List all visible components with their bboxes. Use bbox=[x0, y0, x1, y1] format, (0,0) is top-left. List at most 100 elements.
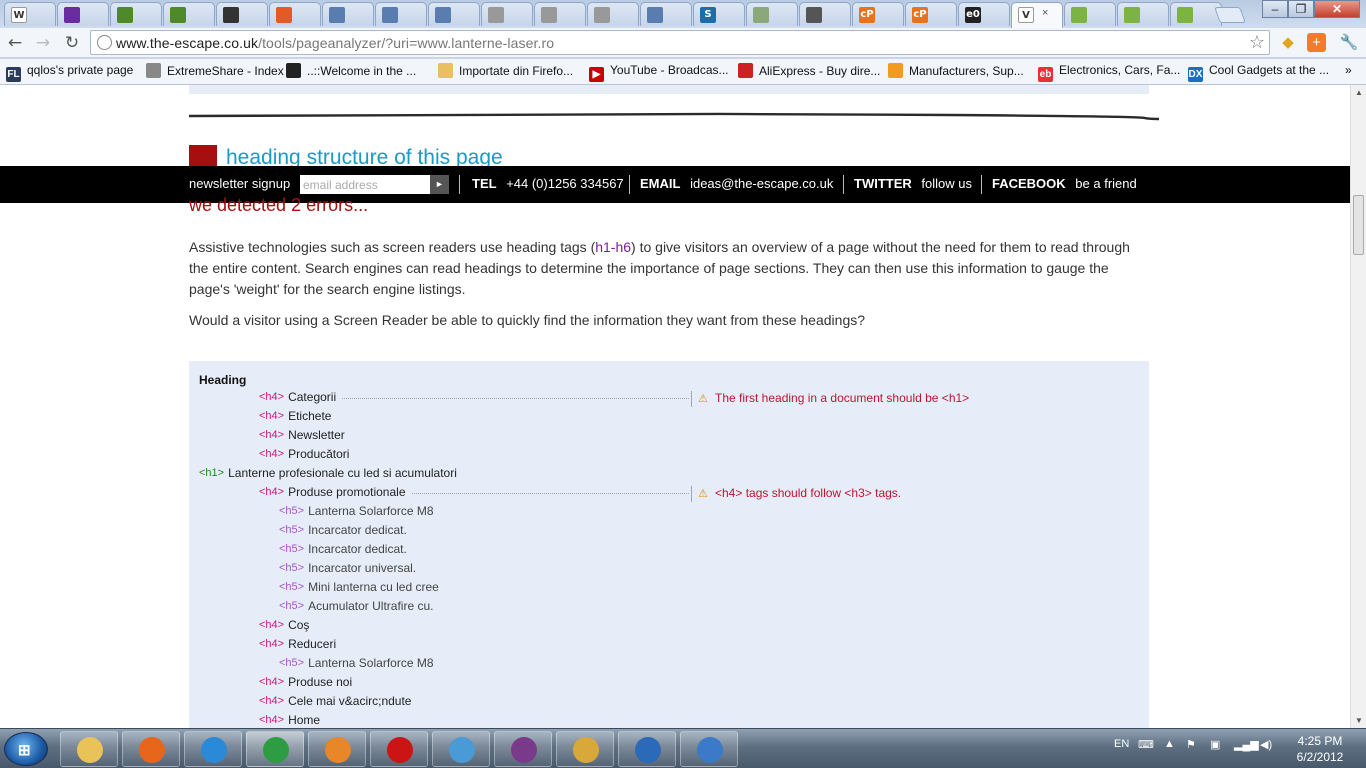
bookmark-item[interactable]: eb Electronics, Cars, Fa... bbox=[1038, 63, 1181, 82]
fl-icon: FL bbox=[6, 67, 21, 82]
browser-tab[interactable] bbox=[534, 2, 586, 26]
browser-tab[interactable] bbox=[1117, 2, 1169, 26]
star-icon bbox=[806, 7, 822, 23]
globe-icon bbox=[97, 35, 112, 50]
contact-tel: TEL +44 (0)1256 334567 bbox=[472, 176, 624, 191]
reload-button[interactable]: ↻ bbox=[61, 32, 83, 54]
bookmark-item[interactable]: Importate din Firefo... bbox=[438, 63, 573, 81]
keyboard-icon[interactable]: ⌨ bbox=[1138, 738, 1154, 751]
contact-facebook[interactable]: FACEBOOK be a friend bbox=[992, 176, 1137, 191]
back-button[interactable]: ← bbox=[4, 32, 26, 54]
new-tab-button[interactable] bbox=[1214, 7, 1246, 23]
volume-icon[interactable]: ◀) bbox=[1260, 738, 1272, 751]
browser-tab[interactable] bbox=[1064, 2, 1116, 26]
outline-row: <h4> Cele mai v&acirc;ndute bbox=[259, 694, 411, 712]
browser-tab[interactable]: e0 bbox=[958, 2, 1010, 26]
heading-text: Lanterna Solarforce M8 bbox=[308, 656, 434, 670]
maximize-button[interactable]: ❐ bbox=[1288, 0, 1314, 18]
browser-tab[interactable]: S bbox=[693, 2, 745, 26]
error-message: ⚠ The first heading in a document should … bbox=[698, 391, 969, 405]
newsletter-email-input[interactable] bbox=[300, 175, 430, 194]
heading-text: Newsletter bbox=[288, 428, 345, 442]
taskbar-app-button[interactable] bbox=[556, 731, 614, 767]
taskbar-app-button[interactable] bbox=[246, 731, 304, 767]
outline-row: <h5> Incarcator universal. bbox=[279, 561, 416, 579]
bookmark-label: Manufacturers, Sup... bbox=[909, 64, 1024, 78]
outline-row: <h5> Incarcator dedicat. bbox=[279, 523, 407, 541]
section-divider bbox=[189, 112, 1159, 121]
close-window-button[interactable]: ✕ bbox=[1314, 0, 1360, 18]
scroll-down-icon[interactable]: ▼ bbox=[1354, 716, 1364, 725]
wrench-tool-icon bbox=[117, 7, 133, 23]
browser-tab[interactable] bbox=[428, 2, 480, 26]
browser-tab[interactable] bbox=[269, 2, 321, 26]
forward-button[interactable]: → bbox=[32, 32, 54, 54]
scroll-up-icon[interactable]: ▲ bbox=[1354, 88, 1364, 97]
bookmark-item[interactable]: AliExpress - Buy dire... bbox=[738, 63, 880, 81]
vertical-scrollbar[interactable]: ▲ ▼ bbox=[1350, 85, 1366, 728]
heading-text: Categorii bbox=[288, 390, 337, 404]
browser-tab[interactable] bbox=[163, 2, 215, 26]
network-signal-icon[interactable]: ▂▄▆ bbox=[1234, 738, 1259, 751]
taskbar-app-button[interactable] bbox=[494, 731, 552, 767]
heading-outline: Heading <h4> Categorii ⚠ The first heading … bbox=[189, 361, 1149, 728]
browser-tab[interactable] bbox=[57, 2, 109, 26]
browser-tab[interactable] bbox=[1170, 2, 1222, 26]
browser-tab[interactable] bbox=[587, 2, 639, 26]
bookmarks-overflow-icon[interactable]: » bbox=[1345, 63, 1352, 81]
bookmark-item[interactable]: Manufacturers, Sup... bbox=[888, 63, 1024, 81]
bookmark-star-icon[interactable]: ☆ bbox=[1249, 32, 1265, 53]
taskbar-app-button[interactable] bbox=[184, 731, 242, 767]
contact-email[interactable]: EMAIL ideas@the-escape.co.uk bbox=[640, 176, 833, 191]
taskbar-app-button[interactable] bbox=[122, 731, 180, 767]
add-extension-icon[interactable]: + bbox=[1307, 33, 1326, 52]
bookmark-label: Electronics, Cars, Fa... bbox=[1059, 63, 1181, 77]
browser-tab[interactable]: V × bbox=[1011, 2, 1063, 28]
taskbar-app-button[interactable] bbox=[370, 731, 428, 767]
language-indicator[interactable]: EN bbox=[1114, 738, 1129, 750]
browser-tab[interactable] bbox=[746, 2, 798, 26]
outline-row: <h4> Producători bbox=[259, 447, 349, 465]
browser-tab[interactable] bbox=[640, 2, 692, 26]
taskbar-app-button[interactable] bbox=[60, 731, 118, 767]
close-tab-icon[interactable]: × bbox=[1042, 7, 1048, 19]
taskbar-app-button[interactable] bbox=[618, 731, 676, 767]
heading-tag: <h4> bbox=[259, 676, 285, 688]
taskbar-app-button[interactable] bbox=[308, 731, 366, 767]
browser-tab[interactable] bbox=[375, 2, 427, 26]
outline-row: <h4> Reduceri bbox=[259, 637, 336, 655]
bookmark-item[interactable]: FL qqlos's private page bbox=[6, 63, 133, 82]
browser-tab[interactable] bbox=[322, 2, 374, 26]
outline-row: <h5> Incarcator dedicat. bbox=[279, 542, 407, 560]
browser-tab[interactable]: W bbox=[4, 2, 56, 26]
taskbar-app-button[interactable] bbox=[680, 731, 738, 767]
media-player-icon bbox=[325, 737, 351, 763]
extension-icon[interactable]: ◆ bbox=[1277, 32, 1299, 54]
newsletter-submit-button[interactable]: ► bbox=[430, 175, 449, 194]
bookmark-item[interactable]: ..::Welcome in the ... bbox=[286, 63, 416, 81]
show-hidden-icons[interactable]: ▲ bbox=[1164, 738, 1175, 750]
scrollbar-thumb[interactable] bbox=[1353, 195, 1364, 255]
browser-tab[interactable] bbox=[110, 2, 162, 26]
taskbar-app-button[interactable] bbox=[432, 731, 490, 767]
folder-icon bbox=[438, 63, 453, 78]
browser-tab[interactable]: cP bbox=[852, 2, 904, 26]
bookmark-item[interactable]: ▶ YouTube - Broadcas... bbox=[589, 63, 729, 82]
browser-tab[interactable] bbox=[799, 2, 851, 26]
system-clock[interactable]: 4:25 PM 6/2/2012 bbox=[1285, 733, 1355, 765]
heading-tag: <h5> bbox=[279, 524, 305, 536]
browser-tab[interactable]: cP bbox=[905, 2, 957, 26]
contact-twitter[interactable]: TWITTER follow us bbox=[854, 176, 972, 191]
bookmark-item[interactable]: DX Cool Gadgets at the ... bbox=[1188, 63, 1329, 82]
bookmark-item[interactable]: ExtremeShare - Index bbox=[146, 63, 284, 81]
outline-row: <h4> Etichete bbox=[259, 409, 331, 427]
browser-tab[interactable] bbox=[481, 2, 533, 26]
minimize-button[interactable]: – bbox=[1262, 0, 1288, 18]
browser-tab[interactable] bbox=[216, 2, 268, 26]
address-bar[interactable]: www.the-escape.co.uk/tools/pageanalyzer/… bbox=[90, 30, 1270, 55]
start-button[interactable]: ⊞ bbox=[4, 732, 48, 766]
wrench-menu-icon[interactable]: 🔧 bbox=[1338, 32, 1360, 54]
device-icon[interactable]: ▣ bbox=[1210, 738, 1220, 751]
heading-tag: <h4> bbox=[259, 619, 285, 631]
action-center-flag-icon[interactable]: ⚑ bbox=[1186, 738, 1196, 751]
